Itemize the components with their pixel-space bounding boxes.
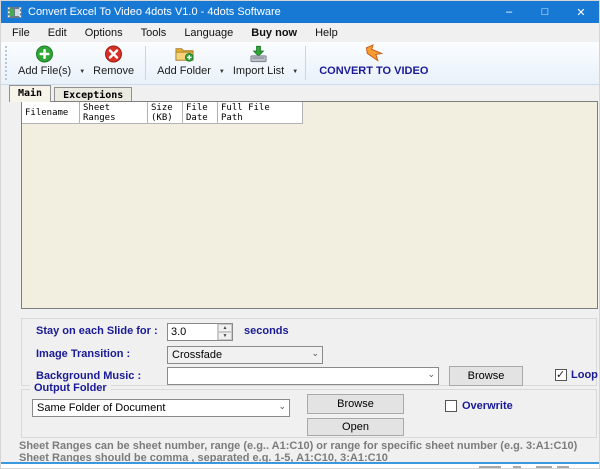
background-music-select[interactable]: ⌄ bbox=[167, 367, 439, 385]
tab-exceptions[interactable]: Exceptions bbox=[54, 87, 133, 102]
menu-options[interactable]: Options bbox=[76, 25, 132, 41]
chevron-down-icon: ⌄ bbox=[311, 348, 319, 358]
tab-main[interactable]: Main bbox=[9, 85, 52, 102]
output-folder-select[interactable]: Same Folder of Document ⌄ bbox=[32, 399, 290, 417]
remove-label: Remove bbox=[93, 65, 135, 77]
menu-bar: File Edit Options Tools Language Buy now… bbox=[1, 23, 599, 42]
spin-up-icon[interactable]: ▲ bbox=[218, 324, 232, 332]
output-folder-legend: Output Folder bbox=[30, 382, 111, 394]
loop-label: Loop bbox=[571, 369, 598, 381]
menu-file[interactable]: File bbox=[3, 25, 39, 41]
add-files-button[interactable]: Add File(s) bbox=[12, 42, 77, 84]
remove-icon bbox=[105, 45, 123, 63]
overwrite-label: Overwrite bbox=[462, 400, 513, 412]
file-list[interactable]: Filename Sheet Ranges Size (KB) File Dat… bbox=[21, 101, 598, 309]
clipped-text-remnant bbox=[536, 466, 552, 468]
convert-label: CONVERT TO VIDEO bbox=[319, 65, 429, 77]
slide-duration-stepper[interactable]: 3.0 ▲ ▼ bbox=[167, 323, 233, 341]
add-file-icon bbox=[36, 45, 54, 63]
toolbar-separator bbox=[305, 46, 307, 80]
menu-help[interactable]: Help bbox=[306, 25, 347, 41]
add-files-dropdown-icon[interactable]: ▼ bbox=[77, 69, 87, 75]
import-list-label: Import List bbox=[232, 65, 285, 77]
image-transition-label: Image Transition : bbox=[36, 348, 131, 360]
slide-settings-group: Stay on each Slide for : 3.0 ▲ ▼ seconds… bbox=[21, 318, 598, 386]
clipped-text-remnant bbox=[513, 466, 521, 468]
remove-button[interactable]: Remove bbox=[87, 42, 140, 84]
image-transition-value: Crossfade bbox=[172, 349, 223, 361]
background-music-label: Background Music : bbox=[36, 370, 142, 382]
clipped-text-remnant bbox=[479, 466, 501, 468]
add-folder-label: Add Folder bbox=[157, 65, 211, 77]
menu-tools[interactable]: Tools bbox=[132, 25, 176, 41]
output-browse-button[interactable]: Browse bbox=[307, 394, 404, 414]
output-open-button[interactable]: Open bbox=[307, 418, 404, 436]
add-files-label: Add File(s) bbox=[18, 65, 72, 77]
output-folder-group: Output Folder Same Folder of Document ⌄ … bbox=[21, 382, 597, 438]
help-line-1: Sheet Ranges can be sheet number, range … bbox=[19, 440, 578, 452]
spin-down-icon[interactable]: ▼ bbox=[218, 332, 232, 340]
column-header-size[interactable]: Size (KB) bbox=[148, 102, 183, 124]
window-title: Convert Excel To Video 4dots V1.0 - 4dot… bbox=[28, 6, 281, 18]
column-header-full-file-path[interactable]: Full File Path bbox=[218, 102, 303, 124]
slide-duration-value[interactable]: 3.0 bbox=[168, 324, 217, 340]
import-list-icon bbox=[250, 45, 267, 63]
output-folder-value: Same Folder of Document bbox=[37, 402, 166, 414]
clipped-text-remnant bbox=[557, 466, 569, 468]
music-browse-button[interactable]: Browse bbox=[449, 366, 523, 386]
convert-icon bbox=[365, 44, 384, 62]
close-button[interactable]: ✕ bbox=[563, 1, 599, 23]
app-icon bbox=[7, 6, 22, 18]
loop-checkbox[interactable] bbox=[555, 368, 567, 381]
window-bottom-strip bbox=[1, 464, 599, 468]
slide-duration-label: Stay on each Slide for : bbox=[36, 325, 158, 337]
toolbar-separator bbox=[145, 46, 147, 80]
seconds-label: seconds bbox=[244, 325, 289, 337]
import-list-dropdown-icon[interactable]: ▼ bbox=[290, 69, 300, 75]
chevron-down-icon: ⌄ bbox=[427, 369, 435, 379]
minimize-button[interactable]: – bbox=[491, 1, 527, 23]
maximize-button[interactable]: □ bbox=[527, 1, 563, 23]
toolbar-grip bbox=[5, 46, 10, 80]
menu-buy-now[interactable]: Buy now bbox=[242, 25, 306, 41]
add-folder-button[interactable]: Add Folder bbox=[151, 42, 217, 84]
chevron-down-icon: ⌄ bbox=[278, 401, 286, 411]
file-list-header: Filename Sheet Ranges Size (KB) File Dat… bbox=[22, 102, 597, 124]
tab-strip: Main Exceptions bbox=[9, 85, 133, 102]
import-list-button[interactable]: Import List bbox=[227, 42, 290, 84]
title-bar: Convert Excel To Video 4dots V1.0 - 4dot… bbox=[1, 1, 599, 23]
menu-language[interactable]: Language bbox=[175, 25, 242, 41]
column-header-filename[interactable]: Filename bbox=[22, 102, 80, 124]
convert-to-video-button[interactable]: CONVERT TO VIDEO bbox=[311, 42, 436, 84]
menu-edit[interactable]: Edit bbox=[39, 25, 76, 41]
image-transition-select[interactable]: Crossfade ⌄ bbox=[167, 346, 323, 364]
add-folder-icon bbox=[174, 48, 194, 62]
column-header-file-date[interactable]: File Date bbox=[183, 102, 218, 124]
column-header-sheet-ranges[interactable]: Sheet Ranges bbox=[80, 102, 148, 124]
app-window: Convert Excel To Video 4dots V1.0 - 4dot… bbox=[0, 0, 600, 469]
overwrite-checkbox[interactable] bbox=[445, 400, 457, 412]
add-folder-dropdown-icon[interactable]: ▼ bbox=[217, 69, 227, 75]
toolbar: Add File(s) ▼ Remove Add Folder ▼ Import… bbox=[1, 42, 599, 85]
